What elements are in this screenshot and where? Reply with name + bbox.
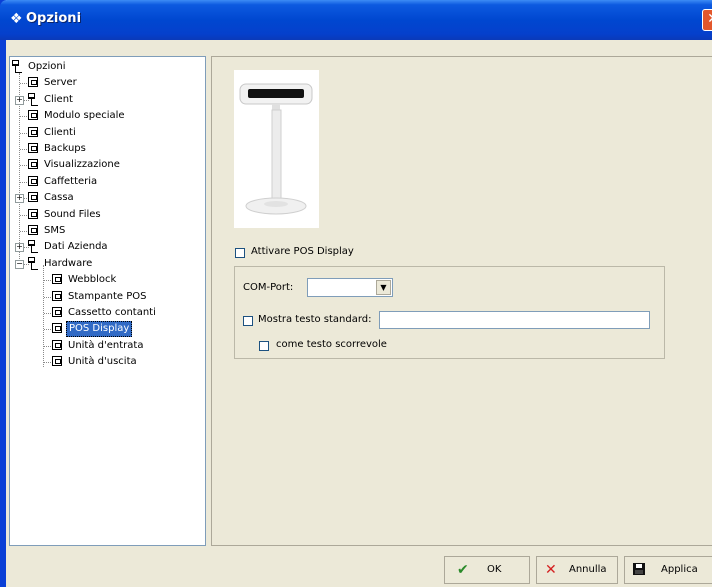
tree-item[interactable]: Visualizzazione [10, 157, 205, 173]
window-title: Opzioni [26, 11, 82, 26]
tree-item[interactable]: Unità d'entrata [10, 338, 205, 354]
network-icon [28, 240, 40, 254]
scroll-text-label: come testo scorrevole [276, 339, 387, 350]
tree-item-label: Modulo speciale [44, 110, 125, 122]
tree-item-label: Hardware [44, 257, 93, 269]
tree-item-label: Unità d'uscita [68, 356, 137, 368]
network-icon [12, 60, 24, 73]
tree-item-label: Opzioni [28, 61, 66, 72]
tree-item-label: Unità d'entrata [68, 339, 144, 351]
com-port-select[interactable]: ▼ [307, 278, 393, 297]
cancel-button-label: Annulla [569, 564, 607, 575]
tree-item-label: Client [44, 93, 73, 105]
tree-item[interactable]: + Dati Azienda [10, 239, 205, 255]
floppy-disk-icon [633, 563, 645, 575]
standard-text-label: Mostra testo standard: [258, 314, 372, 325]
tree-item[interactable]: Caffetteria [10, 174, 205, 190]
tree-item-label: Server [44, 77, 77, 89]
close-icon: ✕ [707, 11, 712, 27]
standard-text-input[interactable] [379, 311, 650, 329]
tree-item-label: Webblock [68, 274, 117, 286]
page-icon [52, 339, 62, 350]
page-icon [52, 307, 62, 317]
tree-item-label: POS Display [66, 321, 133, 338]
tree-item-label: Cassa [44, 192, 74, 204]
activate-pos-display-label: Attivare POS Display [251, 246, 354, 257]
ok-button[interactable]: ✔ OK [444, 556, 530, 584]
options-tree[interactable]: Opzioni Server + Client Modulo speciale Clien… [9, 56, 206, 546]
tree-item[interactable]: Opzioni [10, 59, 205, 75]
tree-item[interactable]: Webblock [10, 272, 205, 288]
tree-item[interactable]: Backups [10, 141, 205, 157]
page-icon [28, 126, 38, 137]
com-port-label: COM-Port: [243, 282, 294, 293]
tree-item[interactable]: Stampante POS [10, 289, 205, 305]
tree-item-label: Visualizzazione [44, 159, 120, 171]
tree-item[interactable]: Sound Files [10, 207, 205, 223]
tree-item-label: Dati Azienda [44, 241, 108, 253]
tree-item[interactable]: − Hardware [10, 256, 205, 272]
tree-item[interactable]: SMS [10, 223, 205, 239]
tree-item-label: Clienti [44, 126, 76, 138]
page-icon [28, 110, 38, 121]
page-icon [52, 290, 62, 301]
tree-item[interactable]: Modulo speciale [10, 108, 205, 124]
tree-item-label: SMS [44, 225, 66, 236]
page-icon [28, 225, 38, 235]
standard-text-checkbox[interactable] [243, 316, 253, 326]
app-icon: ❖ [10, 11, 23, 27]
page-icon [52, 323, 62, 334]
page-icon [28, 77, 38, 88]
page-icon [52, 356, 62, 367]
page-icon [28, 175, 38, 186]
collapse-icon[interactable]: − [15, 259, 24, 269]
checkmark-icon: ✔ [457, 562, 469, 578]
tree-item[interactable]: Unità d'uscita [10, 354, 205, 370]
cross-icon: ✕ [545, 562, 557, 578]
scroll-text-checkbox[interactable] [259, 341, 269, 351]
network-icon [28, 92, 40, 106]
page-icon [28, 159, 38, 170]
expand-icon[interactable]: + [15, 194, 24, 204]
tree-item[interactable]: Server [10, 75, 205, 91]
pos-display-photo [234, 70, 319, 228]
tree-item-label: Cassetto contanti [68, 307, 156, 318]
chevron-down-icon[interactable]: ▼ [376, 280, 391, 295]
tree-item-label: Caffetteria [44, 175, 98, 187]
network-icon [28, 256, 40, 270]
page-icon [28, 192, 38, 203]
apply-button[interactable]: Applica [624, 556, 712, 584]
tree-item[interactable]: POS Display [10, 321, 205, 338]
ok-button-label: OK [487, 564, 502, 575]
tree-item[interactable]: Clienti [10, 125, 205, 141]
page-icon [28, 208, 38, 219]
tree-item[interactable]: + Client [10, 92, 205, 108]
page-icon [28, 143, 38, 153]
tree-item[interactable]: + Cassa [10, 190, 205, 206]
expand-icon[interactable]: + [15, 243, 24, 253]
tree-item[interactable]: Cassetto contanti [10, 305, 205, 321]
apply-button-label: Applica [661, 564, 698, 575]
tree-item-label: Stampante POS [68, 290, 147, 302]
tree-item-label: Sound Files [44, 208, 101, 220]
cancel-button[interactable]: ✕ Annulla [536, 556, 618, 584]
page-icon [52, 274, 62, 285]
close-button[interactable]: ✕ [702, 9, 712, 31]
activate-pos-display-checkbox[interactable] [235, 248, 245, 258]
title-bar[interactable]: ❖ Opzioni ✕ [0, 0, 712, 40]
expand-icon[interactable]: + [15, 95, 24, 105]
tree-item-label: Backups [44, 143, 86, 154]
